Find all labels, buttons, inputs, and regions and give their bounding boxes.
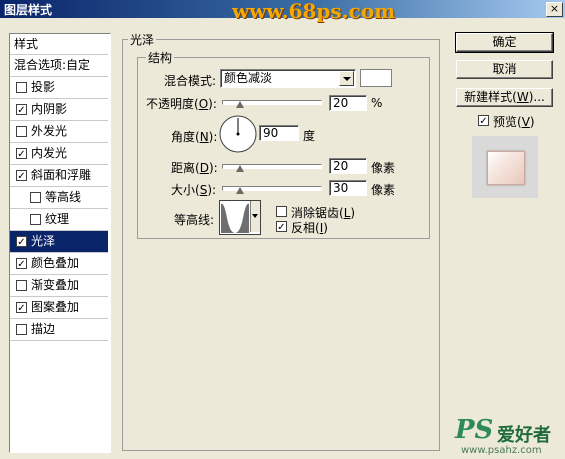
opacity-unit: % (371, 96, 383, 110)
style-item-checkbox[interactable] (16, 126, 27, 137)
blend-mode-select[interactable]: 颜色减淡 (220, 69, 356, 88)
dropdown-arrow-icon (339, 71, 354, 86)
distance-unit: 像素 (371, 161, 396, 175)
cancel-button[interactable]: 取消 (456, 60, 553, 79)
distance-input[interactable]: 20 (329, 158, 367, 174)
style-item-label: 光泽 (31, 234, 56, 248)
style-item-label: 投影 (31, 80, 56, 94)
title-bar[interactable]: 图层样式 www.68ps.com × (0, 0, 565, 23)
style-item-checkbox[interactable]: ✓ (16, 302, 27, 314)
style-item[interactable]: ✓ 内发光 (10, 143, 108, 165)
style-item[interactable]: ✓ 斜面和浮雕 (10, 165, 108, 187)
style-item-checkbox[interactable]: ✓ (16, 170, 27, 182)
invert-label: 反相(I) (291, 221, 328, 235)
style-item[interactable]: 投影 (10, 77, 108, 99)
contour-dropdown-icon[interactable] (250, 201, 260, 232)
blend-options-item[interactable]: 混合选项:自定 (10, 55, 108, 77)
preview-checkbox[interactable]: ✓ (478, 115, 489, 127)
styles-header[interactable]: 样式 (10, 34, 108, 55)
style-item-label: 描边 (31, 322, 56, 336)
style-item[interactable]: ✓ 光泽 (10, 231, 108, 253)
style-item-checkbox[interactable]: ✓ (16, 258, 27, 270)
invert-checkbox[interactable]: ✓ (276, 221, 287, 233)
size-unit: 像素 (371, 183, 396, 197)
style-item-checkbox[interactable] (30, 214, 41, 225)
style-item[interactable]: ✓ 图案叠加 (10, 297, 108, 319)
contour-label: 等高线: (174, 213, 215, 227)
ps-logo-watermark: PS 爱好者 www.psahz.com (455, 415, 565, 457)
window-title: 图层样式 (4, 3, 53, 17)
opacity-slider-thumb[interactable] (236, 101, 244, 108)
style-item-checkbox[interactable]: ✓ (16, 104, 27, 116)
size-slider-thumb[interactable] (236, 187, 244, 194)
style-item-label: 纹理 (45, 212, 70, 226)
size-input[interactable]: 30 (329, 180, 367, 196)
anti-alias-checkbox[interactable] (276, 206, 287, 217)
preview-swatch (487, 151, 525, 185)
ps-logo-text: PS (455, 415, 494, 445)
new-style-button[interactable]: 新建样式(W)... (456, 88, 553, 107)
style-item-checkbox[interactable] (16, 324, 27, 335)
size-label: 大小(S): (171, 183, 217, 197)
style-item-label: 外发光 (31, 124, 68, 138)
angle-dial[interactable] (218, 114, 258, 154)
contour-picker[interactable] (219, 200, 261, 235)
style-item-label: 内发光 (31, 146, 68, 160)
opacity-input[interactable]: 20 (329, 95, 367, 111)
style-item-checkbox[interactable] (16, 280, 27, 291)
style-item[interactable]: ✓ 内阴影 (10, 99, 108, 121)
style-item-label: 图案叠加 (31, 300, 80, 314)
style-item-checkbox[interactable]: ✓ (16, 148, 27, 160)
contour-preview-icon (221, 203, 249, 233)
blend-mode-label: 混合模式: (164, 74, 217, 88)
style-item[interactable]: 外发光 (10, 121, 108, 143)
color-swatch[interactable] (360, 69, 392, 87)
style-item-checkbox[interactable] (16, 82, 27, 93)
style-item-label: 颜色叠加 (31, 256, 80, 270)
angle-label: 角度(N): (171, 130, 218, 144)
style-item-label: 斜面和浮雕 (31, 168, 92, 182)
style-item-checkbox[interactable]: ✓ (16, 236, 27, 248)
ps-logo-cn: 爱好者 (497, 425, 551, 446)
distance-label: 距离(D): (171, 161, 218, 175)
preview-label: 预览(V) (493, 115, 535, 129)
style-item-checkbox[interactable] (30, 192, 41, 203)
distance-slider-thumb[interactable] (236, 165, 244, 172)
ps-logo-url: www.psahz.com (461, 445, 542, 456)
close-icon: × (549, 2, 560, 15)
style-item[interactable]: 等高线 (10, 187, 108, 209)
style-item[interactable]: ✓ 颜色叠加 (10, 253, 108, 275)
satin-group-title: 光泽 (128, 31, 157, 48)
style-preview (472, 136, 538, 198)
style-item[interactable]: 渐变叠加 (10, 275, 108, 297)
angle-input[interactable]: 90 (259, 125, 299, 141)
styles-list-panel: 样式 混合选项:自定 投影 ✓ 内阴影外发光 ✓ 内发光 ✓ 斜面和浮雕等高线纹理 ✓ 光泽 ✓ 颜… (9, 33, 111, 453)
style-item[interactable]: 纹理 (10, 209, 108, 231)
style-item[interactable]: 描边 (10, 319, 108, 341)
close-button[interactable]: × (546, 2, 563, 17)
angle-unit: 度 (303, 129, 316, 143)
style-item-label: 渐变叠加 (31, 278, 80, 292)
opacity-label: 不透明度(O): (146, 97, 217, 111)
ok-button[interactable]: 确定 (455, 32, 554, 53)
style-item-label: 内阴影 (31, 102, 68, 116)
style-item-label: 等高线 (45, 190, 82, 204)
structure-group-title: 结构 (146, 49, 175, 66)
watermark-text: www.68ps.com (232, 0, 396, 23)
